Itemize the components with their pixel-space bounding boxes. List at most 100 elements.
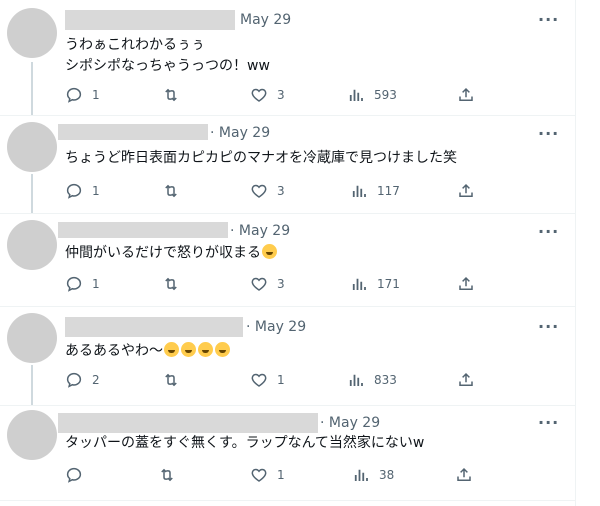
views-button[interactable]: 833 bbox=[347, 371, 397, 389]
avatar[interactable] bbox=[7, 410, 57, 460]
reply-button[interactable]: 2 bbox=[65, 371, 100, 389]
reply-count: 1 bbox=[92, 184, 100, 198]
column-border bbox=[575, 0, 576, 506]
tweet[interactable]: · May 29 ··· タッパーの蓋をすぐ無くす。ラップなんて当然家にないw … bbox=[0, 406, 575, 500]
thread-line bbox=[31, 365, 33, 405]
redacted-username[interactable] bbox=[58, 124, 208, 140]
retweet-button[interactable] bbox=[158, 466, 185, 484]
tweet-text: あるあるやわ〜 bbox=[65, 341, 231, 362]
reply-button[interactable] bbox=[65, 466, 92, 484]
tweet-date[interactable]: · May 29 bbox=[210, 125, 270, 141]
share-icon bbox=[459, 276, 473, 290]
avatar[interactable] bbox=[7, 8, 57, 58]
like-icon bbox=[251, 184, 267, 198]
like-count: 3 bbox=[277, 184, 285, 198]
like-count: 3 bbox=[277, 88, 285, 102]
reply-icon bbox=[66, 467, 82, 483]
reply-icon bbox=[66, 87, 82, 103]
redacted-username[interactable] bbox=[58, 222, 228, 238]
like-count: 3 bbox=[277, 277, 285, 291]
views-icon bbox=[352, 278, 366, 290]
like-count: 1 bbox=[277, 468, 285, 482]
views-button[interactable]: 593 bbox=[347, 86, 397, 104]
rolling-laughing-emoji-icon bbox=[164, 342, 179, 357]
share-button[interactable] bbox=[457, 86, 475, 104]
avatar[interactable] bbox=[7, 220, 57, 270]
reply-button[interactable]: 1 bbox=[65, 275, 100, 293]
retweet-icon bbox=[161, 468, 173, 482]
tweet-date[interactable]: · May 29 bbox=[246, 319, 306, 335]
views-count: 171 bbox=[377, 277, 400, 291]
views-button[interactable]: 117 bbox=[350, 182, 400, 200]
divider bbox=[0, 500, 575, 501]
tweet-date[interactable]: · May 29 bbox=[230, 223, 290, 239]
views-count: 117 bbox=[377, 184, 400, 198]
like-button[interactable]: 1 bbox=[250, 371, 285, 389]
like-button[interactable]: 1 bbox=[250, 466, 285, 484]
like-icon bbox=[251, 88, 267, 102]
views-count: 833 bbox=[374, 373, 397, 387]
tears-of-joy-emoji-icon bbox=[262, 244, 277, 259]
like-icon bbox=[251, 373, 267, 387]
views-button[interactable]: 171 bbox=[350, 275, 400, 293]
retweet-button[interactable] bbox=[162, 86, 189, 104]
share-icon bbox=[459, 372, 473, 386]
avatar[interactable] bbox=[7, 122, 57, 172]
retweet-icon bbox=[165, 277, 177, 291]
avatar[interactable] bbox=[7, 313, 57, 363]
share-icon bbox=[459, 183, 473, 197]
share-icon bbox=[459, 87, 473, 101]
like-button[interactable]: 3 bbox=[250, 182, 285, 200]
share-button[interactable] bbox=[457, 182, 475, 200]
reply-count: 1 bbox=[92, 277, 100, 291]
like-button[interactable]: 3 bbox=[250, 275, 285, 293]
views-icon bbox=[352, 185, 366, 197]
views-icon bbox=[349, 374, 363, 386]
tweet[interactable]: · May 29 ··· 仲間がいるだけで怒りが収まる 1 3 171 bbox=[0, 214, 575, 306]
tweet-date[interactable]: May 29 bbox=[240, 12, 291, 28]
rolling-laughing-emoji-icon bbox=[198, 342, 213, 357]
share-button[interactable] bbox=[457, 275, 475, 293]
rolling-laughing-emoji-icon bbox=[215, 342, 230, 357]
retweet-button[interactable] bbox=[162, 182, 189, 200]
tweet-text: タッパーの蓋をすぐ無くす。ラップなんて当然家にないw bbox=[65, 435, 425, 451]
redacted-username[interactable] bbox=[58, 413, 318, 433]
retweet-button[interactable] bbox=[162, 371, 189, 389]
more-icon[interactable]: ··· bbox=[538, 124, 559, 143]
views-count: 38 bbox=[379, 468, 395, 482]
more-icon[interactable]: ··· bbox=[538, 10, 559, 29]
views-count: 593 bbox=[374, 88, 397, 102]
more-icon[interactable]: ··· bbox=[538, 222, 559, 241]
reply-icon bbox=[66, 183, 82, 199]
redacted-username[interactable] bbox=[65, 317, 243, 337]
tweet-text: 仲間がいるだけで怒りが収まる bbox=[65, 243, 278, 264]
tweet-date[interactable]: · May 29 bbox=[320, 415, 380, 431]
tweet-text: ちょうど昨日表面カピカピのマナオを冷蔵庫で見つけました笑 bbox=[65, 150, 457, 166]
reply-button[interactable]: 1 bbox=[65, 86, 100, 104]
retweet-icon bbox=[165, 88, 177, 102]
tweet[interactable]: May 29 ··· うわぁこれわかるぅぅ シポシポなっちゃうっつの！ww 1 … bbox=[0, 0, 575, 115]
views-icon bbox=[349, 89, 363, 101]
reply-icon bbox=[66, 276, 82, 292]
reply-count: 1 bbox=[92, 88, 100, 102]
redacted-username[interactable] bbox=[65, 10, 235, 30]
reply-count: 2 bbox=[92, 373, 100, 387]
views-button[interactable]: 38 bbox=[352, 466, 394, 484]
share-icon bbox=[457, 467, 471, 481]
tweet[interactable]: · May 29 ··· あるあるやわ〜 2 1 833 bbox=[0, 307, 575, 405]
tweet-text: うわぁこれわかるぅぅ シポシポなっちゃうっつの！ww bbox=[65, 37, 270, 74]
retweet-button[interactable] bbox=[162, 275, 189, 293]
reply-button[interactable]: 1 bbox=[65, 182, 100, 200]
share-button[interactable] bbox=[455, 466, 473, 484]
like-icon bbox=[251, 277, 267, 291]
more-icon[interactable]: ··· bbox=[538, 317, 559, 336]
share-button[interactable] bbox=[457, 371, 475, 389]
more-icon[interactable]: ··· bbox=[538, 413, 559, 432]
like-count: 1 bbox=[277, 373, 285, 387]
reply-feed: May 29 ··· うわぁこれわかるぅぅ シポシポなっちゃうっつの！ww 1 … bbox=[0, 0, 575, 506]
retweet-icon bbox=[165, 373, 177, 387]
retweet-icon bbox=[165, 184, 177, 198]
like-button[interactable]: 3 bbox=[250, 86, 285, 104]
tweet[interactable]: · May 29 ··· ちょうど昨日表面カピカピのマナオを冷蔵庫で見つけました… bbox=[0, 116, 575, 213]
views-icon bbox=[354, 469, 368, 481]
